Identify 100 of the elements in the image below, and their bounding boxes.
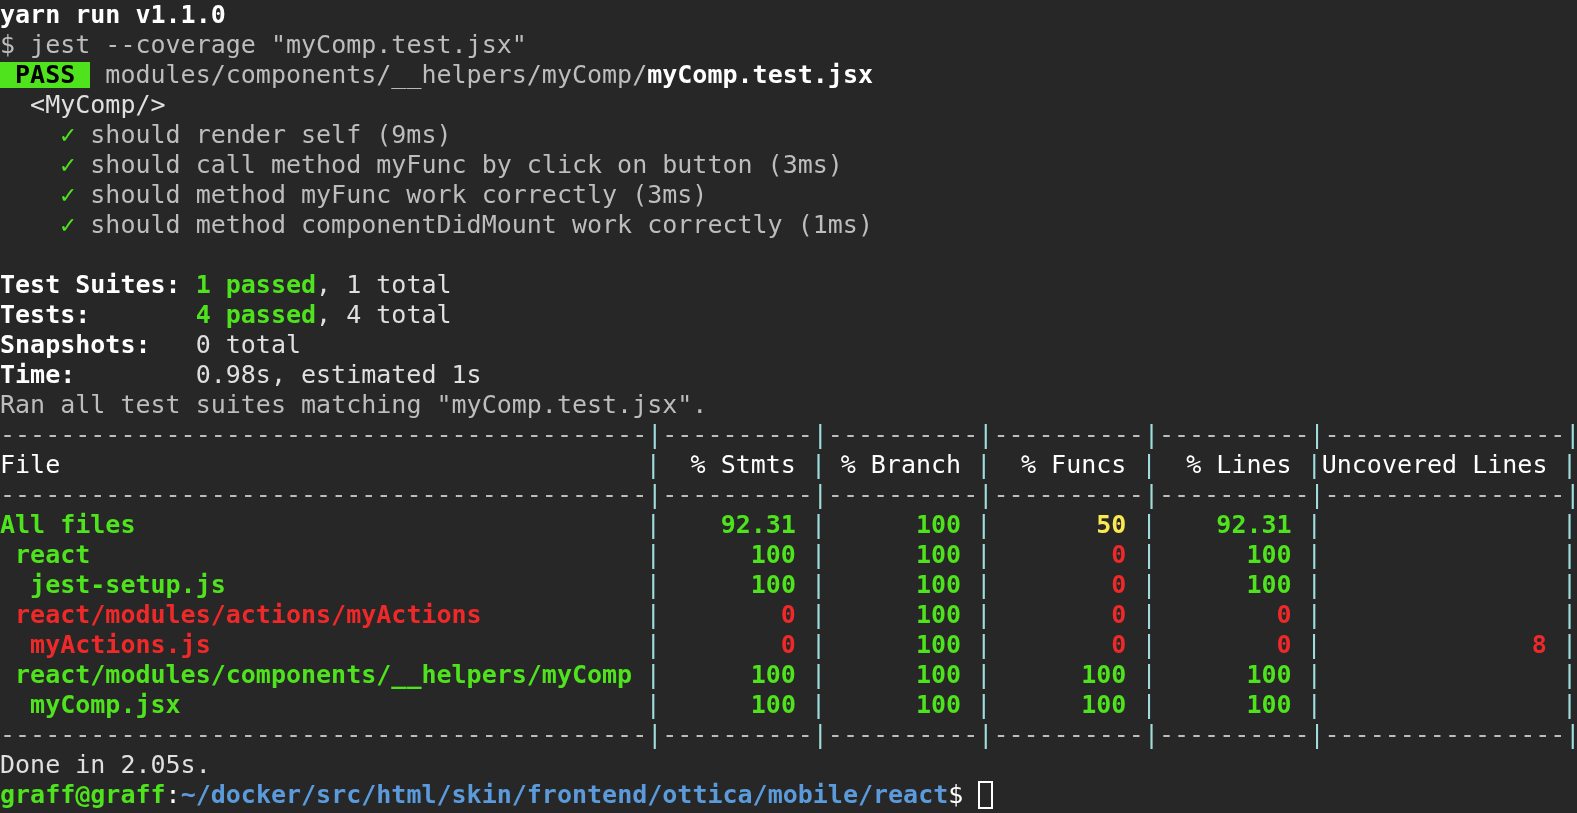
dash-rule: ---------- bbox=[1158, 720, 1310, 750]
suite-name: <MyComp/> bbox=[29, 90, 166, 120]
pipe-divider: | bbox=[1143, 480, 1159, 510]
pipe-divider: | bbox=[645, 540, 661, 570]
pipe-divider: | bbox=[645, 660, 661, 690]
dash-rule: ---------- bbox=[662, 420, 813, 450]
dash-rule: ---------- bbox=[993, 480, 1144, 510]
pipe-divider: | bbox=[645, 510, 661, 540]
prompt-path: ~/docker/src/html/skin/frontend/ottica/mobile/react bbox=[180, 780, 949, 810]
dash-rule: ---------- bbox=[993, 420, 1144, 450]
pipe-divider: | bbox=[1306, 630, 1322, 660]
test-name: should call method myFunc by click on button (3ms) bbox=[90, 150, 843, 180]
dash-rule: ---------------- bbox=[1324, 720, 1566, 750]
dash-rule: ---------- bbox=[827, 420, 979, 450]
check-mark: ✓ bbox=[60, 180, 76, 210]
summary-label: Test Suites: bbox=[0, 270, 182, 300]
pipe-divider: | bbox=[810, 450, 826, 480]
pipe-divider: | bbox=[647, 480, 663, 510]
dash-rule: ------------------------------------------- bbox=[0, 480, 648, 510]
table-cell-text: 100 bbox=[915, 690, 963, 720]
pipe-divider: | bbox=[810, 630, 826, 660]
summary-value: , 1 total bbox=[316, 270, 452, 300]
ran-message: Ran all test suites matching "myComp.test.jsx". bbox=[0, 390, 708, 420]
pipe-divider: | bbox=[1141, 510, 1157, 540]
file-name: jest-setup.js bbox=[29, 570, 227, 600]
summary-value: 0.98s, estimated 1s bbox=[195, 360, 482, 390]
table-cell-text: 100 bbox=[915, 540, 963, 570]
text-cursor[interactable] bbox=[978, 781, 994, 809]
pipe-divider: | bbox=[1141, 690, 1157, 720]
pipe-divider: | bbox=[976, 450, 992, 480]
pipe-divider: | bbox=[1141, 630, 1157, 660]
table-cell-text: 100 bbox=[749, 690, 797, 720]
table-cell-text: 100 bbox=[1245, 540, 1293, 570]
table-cell-text: 0 bbox=[1110, 540, 1128, 570]
file-name: All files bbox=[0, 510, 137, 540]
pipe-divider: | bbox=[1562, 690, 1577, 720]
test-name: should render self (9ms) bbox=[90, 120, 452, 150]
passed-count: 1 passed bbox=[195, 270, 317, 300]
table-cell-text: 100 bbox=[915, 660, 963, 690]
summary-label: Tests: bbox=[0, 300, 92, 330]
done-message: Done in 2.05s. bbox=[0, 750, 211, 780]
summary-label: Snapshots: bbox=[0, 330, 152, 360]
dash-rule: ------------------------------------------- bbox=[0, 720, 648, 750]
pipe-divider: | bbox=[1309, 720, 1325, 750]
column-header: Uncovered Lines bbox=[1321, 450, 1549, 480]
pipe-divider: | bbox=[1561, 630, 1577, 660]
pipe-divider: | bbox=[1141, 660, 1157, 690]
pipe-divider: | bbox=[810, 600, 826, 630]
pipe-divider: | bbox=[976, 630, 992, 660]
pipe-divider: | bbox=[645, 570, 661, 600]
prompt-symbol: $ bbox=[948, 780, 964, 810]
test-name: should method myFunc work correctly (3ms) bbox=[90, 180, 708, 210]
table-cell-text: 100 bbox=[914, 510, 963, 540]
column-header: % Lines bbox=[1185, 450, 1293, 480]
pipe-divider: | bbox=[810, 510, 826, 540]
pipe-divider: | bbox=[645, 630, 661, 660]
pipe-divider: | bbox=[1141, 450, 1157, 480]
table-cell-text: 0 bbox=[1275, 600, 1293, 630]
pipe-divider: | bbox=[647, 720, 663, 750]
pipe-divider: | bbox=[1309, 420, 1325, 450]
pipe-divider: | bbox=[645, 450, 661, 480]
pipe-divider: | bbox=[645, 600, 661, 630]
pipe-divider: | bbox=[1141, 570, 1157, 600]
pipe-divider: | bbox=[1309, 480, 1325, 510]
pipe-divider: | bbox=[1561, 450, 1577, 480]
pipe-divider: | bbox=[1561, 540, 1577, 570]
table-cell-text: 0 bbox=[1110, 570, 1128, 600]
dash-rule: ---------- bbox=[827, 720, 979, 750]
pipe-divider: | bbox=[1565, 420, 1577, 450]
table-cell-text: 100 bbox=[749, 540, 797, 570]
pipe-divider: | bbox=[1141, 600, 1157, 630]
pipe-divider: | bbox=[976, 690, 992, 720]
table-cell-text: 100 bbox=[749, 570, 797, 600]
table-cell-text: 92.31 bbox=[1215, 510, 1293, 540]
pipe-divider: | bbox=[1306, 570, 1322, 600]
column-header: % Stmts bbox=[689, 450, 797, 480]
prompt-user: graff@graff bbox=[0, 780, 166, 810]
pipe-divider: | bbox=[1306, 600, 1322, 630]
pipe-divider: | bbox=[976, 540, 992, 570]
pipe-divider: | bbox=[1306, 660, 1322, 690]
summary-value: 0 total bbox=[195, 330, 301, 360]
table-cell-text: 8 bbox=[1530, 630, 1548, 660]
dash-rule: ---------- bbox=[1158, 420, 1310, 450]
command-line: $ jest --coverage "myComp.test.jsx" bbox=[0, 30, 527, 60]
dash-rule: ---------- bbox=[1158, 480, 1310, 510]
test-name: should method componentDidMount work correctly (1ms) bbox=[90, 210, 873, 240]
pipe-divider: | bbox=[810, 540, 826, 570]
prompt-separator: : bbox=[165, 780, 181, 810]
table-cell-text: 100 bbox=[1080, 660, 1128, 690]
table-cell-text: 100 bbox=[915, 570, 963, 600]
pipe-divider: | bbox=[812, 720, 828, 750]
column-header: % Branch bbox=[839, 450, 963, 480]
dash-rule: ---------------- bbox=[1324, 420, 1566, 450]
test-file-dir: modules/components/__helpers/myComp/ bbox=[105, 60, 648, 90]
summary-label: Time: bbox=[0, 360, 77, 390]
pipe-divider: | bbox=[1306, 450, 1322, 480]
check-mark: ✓ bbox=[60, 120, 76, 150]
table-cell-text: 100 bbox=[914, 630, 963, 660]
file-name: react bbox=[14, 540, 92, 570]
dash-rule: ---------- bbox=[993, 720, 1144, 750]
